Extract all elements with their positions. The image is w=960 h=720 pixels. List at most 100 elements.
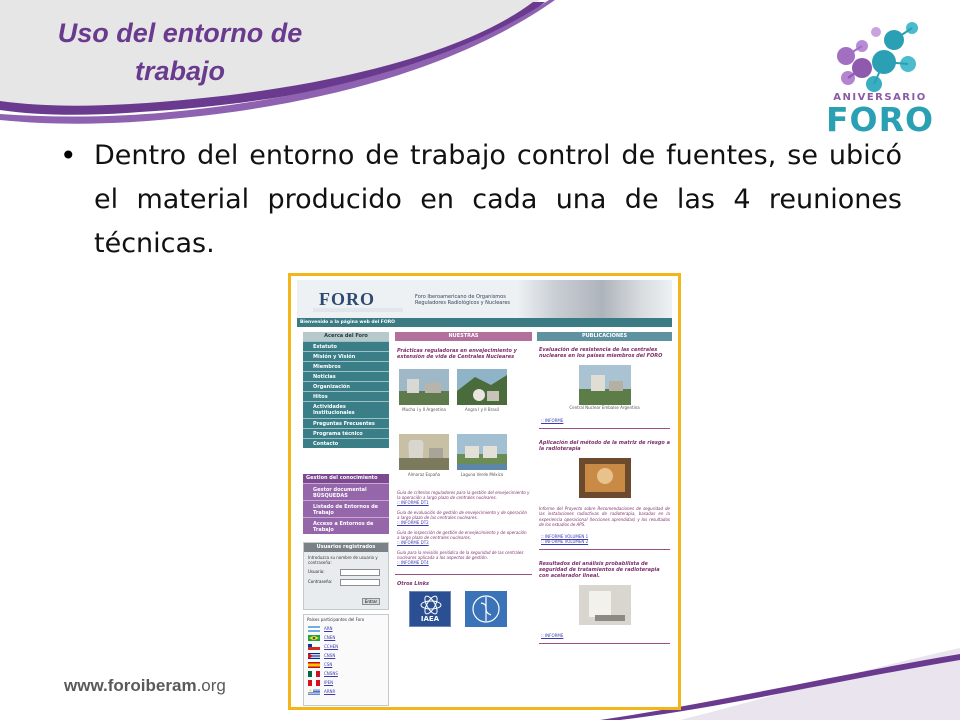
site-banner: FORO Foro Iberoamericano de Organismos R… bbox=[297, 280, 672, 318]
divider bbox=[539, 548, 670, 550]
nav-item-contacto[interactable]: Contacto bbox=[303, 438, 389, 448]
user-input[interactable] bbox=[340, 569, 380, 576]
brazil-flag-icon bbox=[308, 635, 320, 641]
thumb-mucha-image[interactable] bbox=[399, 369, 449, 405]
nuestras-header: NUESTRAS bbox=[395, 332, 532, 341]
slide-title-line1: Uso del entorno de bbox=[57, 18, 303, 48]
nav-item-noticias[interactable]: Noticias bbox=[303, 371, 389, 381]
org-logos: IAEA bbox=[395, 589, 532, 629]
uruguay-flag-icon bbox=[308, 689, 320, 695]
bullet-dot-icon: • bbox=[60, 139, 77, 172]
footer-url-tld: .org bbox=[196, 676, 226, 695]
login-pass-row: Contraseña: bbox=[304, 577, 388, 587]
nav-item-organizacion[interactable]: Organización bbox=[303, 381, 389, 391]
password-input[interactable] bbox=[340, 579, 380, 586]
country-label: CNSN bbox=[324, 653, 336, 658]
thumb-almaraz-image[interactable] bbox=[399, 434, 449, 470]
informe-dt1-link[interactable]: :: INFORME DT1 bbox=[397, 500, 429, 505]
guide-dt2: Guía de evaluación de gestión de envejec… bbox=[395, 510, 532, 530]
site-org-name: Foro Iberoamericano de Organismos Regula… bbox=[415, 294, 510, 306]
who-logo-icon[interactable] bbox=[465, 591, 507, 627]
nav-item-programa[interactable]: Programa técnico bbox=[303, 428, 389, 438]
nuestras-column: NUESTRAS Prácticas reguladoras en enveje… bbox=[395, 332, 532, 629]
divider bbox=[539, 428, 670, 429]
slide-title: Uso del entorno de trabajo bbox=[20, 14, 340, 90]
country-link-cchen[interactable]: CCHEN bbox=[304, 642, 388, 651]
divider bbox=[395, 574, 532, 575]
country-link-csn[interactable]: CSN bbox=[304, 660, 388, 669]
caption-mucha: Mucha I y II Argentina bbox=[402, 407, 446, 412]
pub1-informe-link[interactable]: :: INFORME bbox=[537, 418, 672, 423]
informe-dt2-link[interactable]: :: INFORME DT2 bbox=[397, 520, 429, 525]
iaea-label: IAEA bbox=[420, 615, 440, 623]
website-page: FORO Foro Iberoamericano de Organismos R… bbox=[297, 280, 672, 706]
guide-text: Guía para la revisión periódica de la se… bbox=[397, 550, 524, 560]
guide-dt1: Guía de criterios reguladores para la ge… bbox=[395, 490, 532, 510]
country-link-cnsn[interactable]: CNSN bbox=[304, 651, 388, 660]
login-button[interactable]: Entrar bbox=[362, 598, 380, 605]
pub2-title[interactable]: Aplicación del método de la matriz de ri… bbox=[537, 434, 672, 452]
caption-laguna-verde: Laguna Verde México bbox=[460, 472, 504, 477]
embalse-caption: Central Nuclear Embalse Argentina bbox=[569, 405, 640, 410]
otros-links-heading: Otros Links bbox=[397, 581, 430, 587]
site-logo[interactable]: FORO bbox=[319, 289, 375, 310]
pub2-body: Informe del Proyecto sobre Recomendacion… bbox=[539, 506, 670, 528]
pub3-informe-link[interactable]: :: INFORME bbox=[537, 633, 672, 638]
practicas-title[interactable]: Prácticas reguladoras en envejecimiento … bbox=[395, 341, 532, 360]
gestion-item-acceso[interactable]: Acceso a Entornos de Trabajo bbox=[303, 517, 389, 534]
countries-list: Países participantes del Foro ARN CNEN C… bbox=[303, 614, 389, 706]
country-label: CCHEN bbox=[324, 644, 339, 649]
login-box: Usuarios registrados Introduzca su nombr… bbox=[303, 542, 389, 610]
login-header: Usuarios registrados bbox=[304, 543, 388, 552]
site-welcome-bar: Bienvenido a la página web del FORO bbox=[297, 318, 672, 327]
nav-item-hitos[interactable]: Hitos bbox=[303, 391, 389, 401]
country-label: CNEN bbox=[324, 635, 336, 640]
nav-item-mision[interactable]: Misión y Visión bbox=[303, 351, 389, 361]
gestion-item-listado[interactable]: Listado de Entornos de Trabajo bbox=[303, 500, 389, 517]
country-link-ipen[interactable]: IPEN bbox=[304, 678, 388, 687]
thumb-laguna-verde-image[interactable] bbox=[457, 434, 507, 470]
guide-dt4: Guía para la revisión periódica de la se… bbox=[395, 550, 532, 570]
nav-header: Acerca del Foro bbox=[303, 332, 389, 341]
informe-dt4-link[interactable]: :: INFORME DT4 bbox=[397, 560, 429, 565]
gestion-header: Gestion del conocimiento bbox=[303, 474, 389, 483]
radioterapia-image[interactable] bbox=[578, 458, 631, 498]
informe-dt3-link[interactable]: :: INFORME DT3 bbox=[397, 540, 429, 545]
country-link-arn[interactable]: ARN bbox=[304, 624, 388, 633]
guide-text: Guía de evaluación de gestión de envejec… bbox=[397, 510, 527, 520]
pub2-volumen2-link[interactable]: :: INFORME VOLUMEN 2 bbox=[537, 539, 672, 544]
caption-angra: Angra I y II Brasil bbox=[464, 407, 500, 412]
pub3-title[interactable]: Resultados del análisis probabilista de … bbox=[537, 555, 672, 579]
site-logo-underline bbox=[313, 308, 403, 312]
pub1-title[interactable]: Evaluación de resistencia de las central… bbox=[537, 341, 672, 359]
country-link-cnsns[interactable]: CNSNS bbox=[304, 669, 388, 678]
country-label: ARN bbox=[324, 626, 333, 631]
thumb-angra-image[interactable] bbox=[457, 369, 507, 405]
footer-url-main: www.foroiberam bbox=[64, 676, 197, 695]
peru-flag-icon bbox=[308, 680, 320, 686]
nav-item-estatuto[interactable]: Estatuto bbox=[303, 341, 389, 351]
nav-item-preguntas[interactable]: Preguntas Frecuentes bbox=[303, 418, 389, 428]
footer-url[interactable]: www.foroiberam.org bbox=[64, 676, 226, 696]
country-label: ARNR bbox=[324, 689, 336, 694]
plant-thumbnails: Mucha I y II Argentina Angra I y II Bras… bbox=[395, 360, 532, 490]
country-link-arnr[interactable]: ARNR bbox=[304, 687, 388, 696]
user-label: Usuario: bbox=[308, 569, 325, 574]
site-nav: Acerca del Foro Estatuto Misión y Visión… bbox=[303, 332, 389, 448]
country-label: CSN bbox=[324, 662, 333, 667]
login-note: Introduzca su nombre de usuario y contra… bbox=[308, 555, 378, 565]
caption-almaraz: Almaraz España bbox=[407, 472, 441, 477]
iaea-logo[interactable]: IAEA bbox=[409, 591, 451, 627]
guide-text: Guía de inspección de gestión de envejec… bbox=[397, 530, 527, 540]
nav-item-miembros[interactable]: Miembros bbox=[303, 361, 389, 371]
bullet-text: Dentro del entorno de trabajo control de… bbox=[94, 140, 902, 259]
country-label: IPEN bbox=[324, 680, 334, 685]
acelerador-image[interactable] bbox=[578, 584, 631, 625]
guide-text: Guía de criterios reguladores para la ge… bbox=[397, 490, 530, 500]
cuba-flag-icon bbox=[308, 653, 320, 659]
nav-item-actividades[interactable]: Actividades Institucionales bbox=[303, 401, 389, 418]
gestion-item-gestor[interactable]: Gestor documental BÚSQUEDAS bbox=[303, 483, 389, 500]
embalse-image[interactable] bbox=[578, 365, 631, 405]
country-link-cnen[interactable]: CNEN bbox=[304, 633, 388, 642]
login-user-row: Usuario: bbox=[304, 567, 388, 577]
